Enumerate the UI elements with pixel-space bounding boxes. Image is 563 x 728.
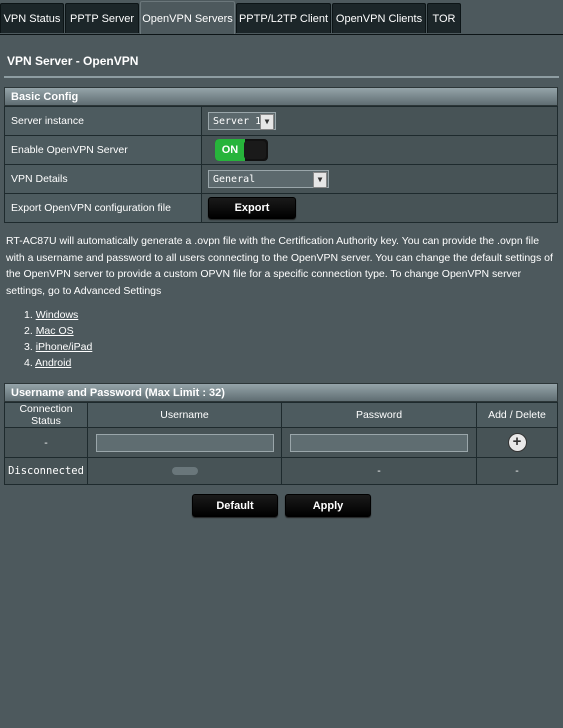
link-iphone-ipad[interactable]: iPhone/iPad: [36, 341, 93, 353]
list-number: 1.: [24, 309, 33, 321]
tab-openvpn-clients[interactable]: OpenVPN Clients: [332, 3, 426, 33]
server-instance-value: Server 1: [213, 116, 262, 127]
list-item: 3. iPhone/iPad: [24, 339, 92, 355]
os-link-list: 1. Windows 2. Mac OS 3. iPhone/iPad 4. A…: [24, 307, 92, 371]
link-android[interactable]: Android: [35, 357, 71, 369]
users-header: Username and Password (Max Limit : 32): [4, 383, 558, 402]
enable-openvpn-toggle[interactable]: ON: [215, 139, 268, 161]
user-status: Disconnected: [4, 457, 88, 485]
user-action: -: [476, 457, 558, 485]
tab-openvpn-servers[interactable]: OpenVPN Servers: [140, 1, 235, 35]
list-number: 4.: [24, 357, 33, 369]
server-instance-row: Server instance Server 1 ▼: [4, 106, 558, 136]
add-cell: +: [476, 427, 558, 458]
vpn-details-cell: General ▼: [201, 164, 558, 194]
vpn-details-select[interactable]: General ▼: [208, 170, 329, 188]
vpn-details-label: VPN Details: [4, 164, 202, 194]
list-item: 2. Mac OS: [24, 323, 92, 339]
new-password-cell: [281, 427, 477, 458]
new-user-row: - +: [4, 427, 558, 458]
tab-bar: VPN Status PPTP Server OpenVPN Servers P…: [0, 0, 563, 35]
enable-openvpn-label: Enable OpenVPN Server: [4, 135, 202, 165]
col-password: Password: [281, 402, 477, 428]
page-title: VPN Server - OpenVPN: [7, 54, 139, 68]
toggle-on-label: ON: [215, 139, 245, 161]
col-connection-status: Connection Status: [4, 402, 88, 428]
users-header-row: Connection Status Username Password Add …: [4, 402, 558, 428]
export-config-label: Export OpenVPN configuration file: [4, 193, 202, 223]
basic-config-header: Basic Config: [4, 87, 558, 106]
chevron-down-icon: ▼: [260, 114, 274, 130]
vpn-details-value: General: [213, 174, 256, 185]
list-item: 1. Windows: [24, 307, 92, 323]
new-username-cell: [87, 427, 282, 458]
tab-divider: [0, 34, 563, 35]
title-divider: [4, 76, 559, 78]
server-instance-label: Server instance: [4, 106, 202, 136]
tab-pptp-l2tp-client[interactable]: PPTP/L2TP Client: [236, 3, 331, 33]
col-username: Username: [87, 402, 282, 428]
blurred-username: [171, 467, 198, 476]
users-table: Connection Status Username Password Add …: [4, 402, 558, 485]
vpn-details-row: VPN Details General ▼: [4, 164, 558, 194]
apply-button[interactable]: Apply: [285, 494, 371, 517]
add-icon[interactable]: +: [507, 433, 527, 452]
col-add-delete: Add / Delete: [476, 402, 558, 428]
enable-openvpn-cell: ON: [201, 135, 558, 165]
export-config-cell: Export: [201, 193, 558, 223]
server-instance-cell: Server 1 ▼: [201, 106, 558, 136]
list-number: 2.: [24, 325, 33, 337]
chevron-down-icon: ▼: [313, 172, 327, 188]
password-input[interactable]: [290, 433, 468, 452]
basic-config-table: Server instance Server 1 ▼ Enable OpenVP…: [4, 106, 558, 223]
user-username: [87, 457, 282, 485]
default-button[interactable]: Default: [192, 494, 278, 517]
link-mac-os[interactable]: Mac OS: [36, 325, 74, 337]
tab-tor[interactable]: TOR: [427, 3, 461, 33]
enable-openvpn-row: Enable OpenVPN Server ON: [4, 135, 558, 165]
description-text: RT-AC87U will automatically generate a .…: [6, 235, 553, 297]
list-item: 4. Android: [24, 355, 92, 371]
server-instance-select[interactable]: Server 1 ▼: [208, 112, 276, 130]
list-number: 3.: [24, 341, 33, 353]
export-button[interactable]: Export: [208, 197, 296, 219]
tab-vpn-status[interactable]: VPN Status: [0, 3, 64, 33]
tab-pptp-server[interactable]: PPTP Server: [65, 3, 139, 33]
link-windows[interactable]: Windows: [36, 309, 79, 321]
toggle-knob: [244, 141, 266, 159]
table-row: Disconnected - -: [4, 457, 558, 485]
export-config-row: Export OpenVPN configuration file Export: [4, 193, 558, 223]
user-password: -: [281, 457, 477, 485]
username-input[interactable]: [95, 433, 274, 452]
new-user-status: -: [4, 427, 88, 458]
